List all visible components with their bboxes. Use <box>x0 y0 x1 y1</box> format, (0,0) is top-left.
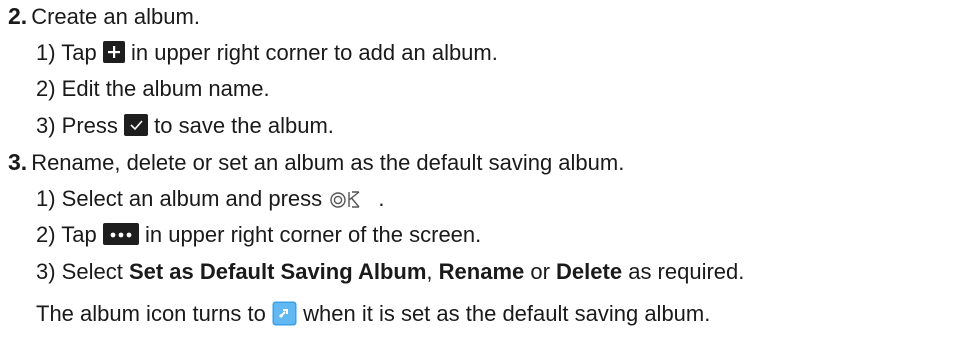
substep-text: . <box>372 185 385 211</box>
substep-text: 1) Tap <box>36 39 103 65</box>
option-rename: Rename <box>438 258 525 284</box>
step-number: 2. <box>8 3 28 29</box>
step-3-substep-2: 2) Tap in upper right corner of the scre… <box>36 221 481 249</box>
substep-text: 2) Edit the album name. <box>36 76 270 101</box>
option-default-saving-album: Set as Default Saving Album <box>128 258 427 284</box>
step-2-substep-1: 1) Tap in upper right corner to add an a… <box>36 39 498 67</box>
step-3-substep-1: 1) Select an album and press . <box>36 185 385 213</box>
default-album-icon <box>272 301 297 326</box>
step-2-heading: 2. Create an album. <box>8 2 200 30</box>
check-icon <box>124 113 149 136</box>
step-title: Create an album. <box>31 4 200 29</box>
step-2-substep-2: 2) Edit the album name. <box>36 75 270 103</box>
substep-text: 3) Press <box>36 112 125 138</box>
step-number: 3. <box>8 149 28 175</box>
substep-text: in upper right corner to add an album. <box>124 39 498 65</box>
substep-text: , <box>426 258 439 284</box>
substep-text: 1) Select an album and press <box>36 185 329 211</box>
step-3-album-note: The album icon turns to when it is set a… <box>36 300 710 328</box>
step-3-substep-3: 3) Select Set as Default Saving Album, R… <box>36 258 744 286</box>
step-2-substep-3: 3) Press to save the album. <box>36 112 334 140</box>
substep-text: as required. <box>622 258 745 284</box>
more-icon <box>102 223 139 245</box>
substep-text: or <box>524 258 557 284</box>
plus-icon <box>102 40 125 63</box>
substep-text: to save the album. <box>148 112 334 138</box>
ok-button-icon <box>328 188 372 217</box>
note-text: when it is set as the default saving alb… <box>297 301 711 326</box>
substep-text: 3) Select <box>36 258 129 284</box>
note-text: The album icon turns to <box>36 301 273 326</box>
substep-text: in upper right corner of the screen. <box>138 222 482 247</box>
step-title: Rename, delete or set an album as the de… <box>31 150 625 175</box>
step-3-heading: 3. Rename, delete or set an album as the … <box>8 148 624 176</box>
option-delete: Delete <box>556 258 623 284</box>
substep-text: 2) Tap <box>36 222 103 247</box>
